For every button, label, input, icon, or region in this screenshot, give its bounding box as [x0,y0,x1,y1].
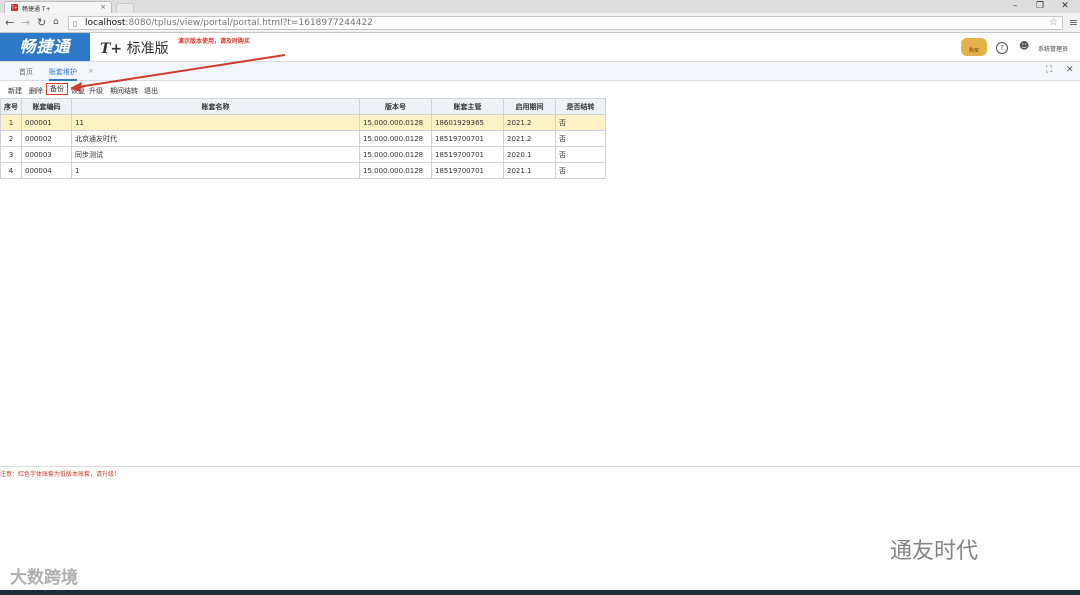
toolbar: 新建 删除 备份 恢复 升级 期间结转 退出 [0,81,1080,98]
cell-manager: 18519700701 [431,146,504,163]
cell-carried-over: 否 [555,146,606,163]
delete-button[interactable]: 删除 [29,86,43,96]
tab-account-maintenance[interactable]: 账套维护 [49,67,77,81]
table-row[interactable]: 2 000002 北京通友时代 15.000.000.0128 18519700… [0,130,606,147]
cell-version: 15.000.000.0128 [359,146,432,163]
window-close-icon[interactable]: ✕ [1055,0,1075,13]
cell-index: 4 [0,162,22,179]
cell-code: 000002 [21,130,72,147]
cell-version: 15.000.000.0128 [359,162,432,179]
table-row[interactable]: 1 000001 11 15.000.000.0128 18601929365 … [0,114,606,131]
col-header-name[interactable]: 账套名称 [71,98,360,115]
minimize-icon[interactable]: – [1005,0,1025,13]
app-tabbar: 首页 账套维护 × ⛶ ✕ [0,62,1080,81]
page-icon: ▯ [73,19,78,28]
cell-index: 3 [0,146,22,163]
url-path: :8080/tplus/view/portal/portal.html?t=16… [125,18,373,28]
cell-code: 000003 [21,146,72,163]
bookmark-star-icon[interactable]: ☆ [1049,17,1058,29]
col-header-code[interactable]: 账套编码 [21,98,72,115]
edition-label: 标准版 [126,41,169,57]
table-header-row: 序号 账套编码 账套名称 版本号 账套主管 启用期间 是否结转 [0,98,606,115]
col-header-start-period[interactable]: 启用期间 [503,98,556,115]
app-header: 畅捷通 T+ 标准版 [0,33,1080,62]
user-icon[interactable]: ☻ [1019,41,1029,52]
tplus-logo: T+ [100,41,123,57]
browser-tab[interactable]: T+ 畅捷通 T+ × [4,1,112,13]
app-logo: 畅捷通 [0,33,90,61]
watermark-right: 通友时代 [890,539,979,564]
new-button[interactable]: 新建 [8,86,22,96]
demo-annotation: 演示版本使用，请及时购买 [178,38,251,45]
cell-version: 15.000.000.0128 [359,130,432,147]
cell-start-period: 2021.1 [503,162,556,179]
col-header-carried-over[interactable]: 是否结转 [555,98,606,115]
cell-name: 同步测试 [71,146,360,163]
home-icon[interactable]: ⌂ [53,16,59,29]
cell-carried-over: 否 [555,162,606,179]
table-row[interactable]: 3 000003 同步测试 15.000.000.0128 1851970070… [0,146,606,163]
cell-name: 北京通友时代 [71,130,360,147]
cell-version: 15.000.000.0128 [359,114,432,131]
tab-home[interactable]: 首页 [19,67,33,77]
watermark-left: 大数跨境 [10,568,78,588]
tab-close-icon[interactable]: × [88,67,94,75]
browser-tab-title: 畅捷通 T+ [22,6,51,13]
col-header-index[interactable]: 序号 [0,98,22,115]
browser-menu-icon[interactable]: ≡ [1069,16,1078,29]
taskbar [0,590,1080,595]
purchase-badge-icon[interactable]: 购买 [961,38,987,56]
back-icon[interactable]: ← [5,16,14,29]
tab-close-icon[interactable]: × [100,3,106,11]
panel-divider [0,466,1080,467]
cell-carried-over: 否 [555,114,606,131]
cell-name: 11 [71,114,360,131]
username[interactable]: 系统管理员 [1038,44,1068,53]
reload-icon[interactable]: ↻ [37,16,46,29]
col-header-version[interactable]: 版本号 [359,98,432,115]
cell-start-period: 2021.2 [503,130,556,147]
address-bar-row: ← → ↻ ⌂ ▯ localhost:8080/tplus/view/port… [0,13,1080,33]
cell-start-period: 2020.1 [503,146,556,163]
restore-button[interactable]: 恢复 [71,86,85,96]
forward-icon[interactable]: → [21,16,30,29]
backup-button[interactable]: 备份 [46,83,68,95]
cell-carried-over: 否 [555,130,606,147]
browser-tabstrip: T+ 畅捷通 T+ × – ❐ ✕ [0,0,1080,13]
url-input[interactable]: ▯ localhost:8080/tplus/view/portal/porta… [68,16,1063,30]
cell-manager: 18601929365 [431,114,504,131]
exit-button[interactable]: 退出 [144,86,158,96]
close-icon[interactable]: ✕ [1066,65,1074,75]
cell-start-period: 2021.2 [503,114,556,131]
cell-manager: 18519700701 [431,162,504,179]
cell-index: 2 [0,130,22,147]
purchase-badge-label: 购买 [968,48,979,54]
favicon-icon: T+ [11,4,18,11]
col-header-manager[interactable]: 账套主管 [431,98,504,115]
maximize-icon[interactable]: ⛶ [1046,65,1052,75]
edition-title: T+ 标准版 [100,38,169,58]
restore-icon[interactable]: ❐ [1030,0,1050,13]
period-carryover-button[interactable]: 期间结转 [110,86,138,96]
cell-index: 1 [0,114,22,131]
cell-manager: 18519700701 [431,130,504,147]
cell-code: 000001 [21,114,72,131]
cell-name: 1 [71,162,360,179]
table-row[interactable]: 4 000004 1 15.000.000.0128 18519700701 2… [0,162,606,179]
new-tab-button[interactable] [116,3,134,13]
account-set-table: 序号 账套编码 账套名称 版本号 账套主管 启用期间 是否结转 1 000001… [0,98,606,179]
url-host: localhost [85,18,126,28]
help-icon[interactable]: ? [996,42,1008,54]
upgrade-button[interactable]: 升级 [89,86,103,96]
cell-code: 000004 [21,162,72,179]
upgrade-notice: 注意：红色字体账套为低版本账套，请升级！ [0,471,121,478]
